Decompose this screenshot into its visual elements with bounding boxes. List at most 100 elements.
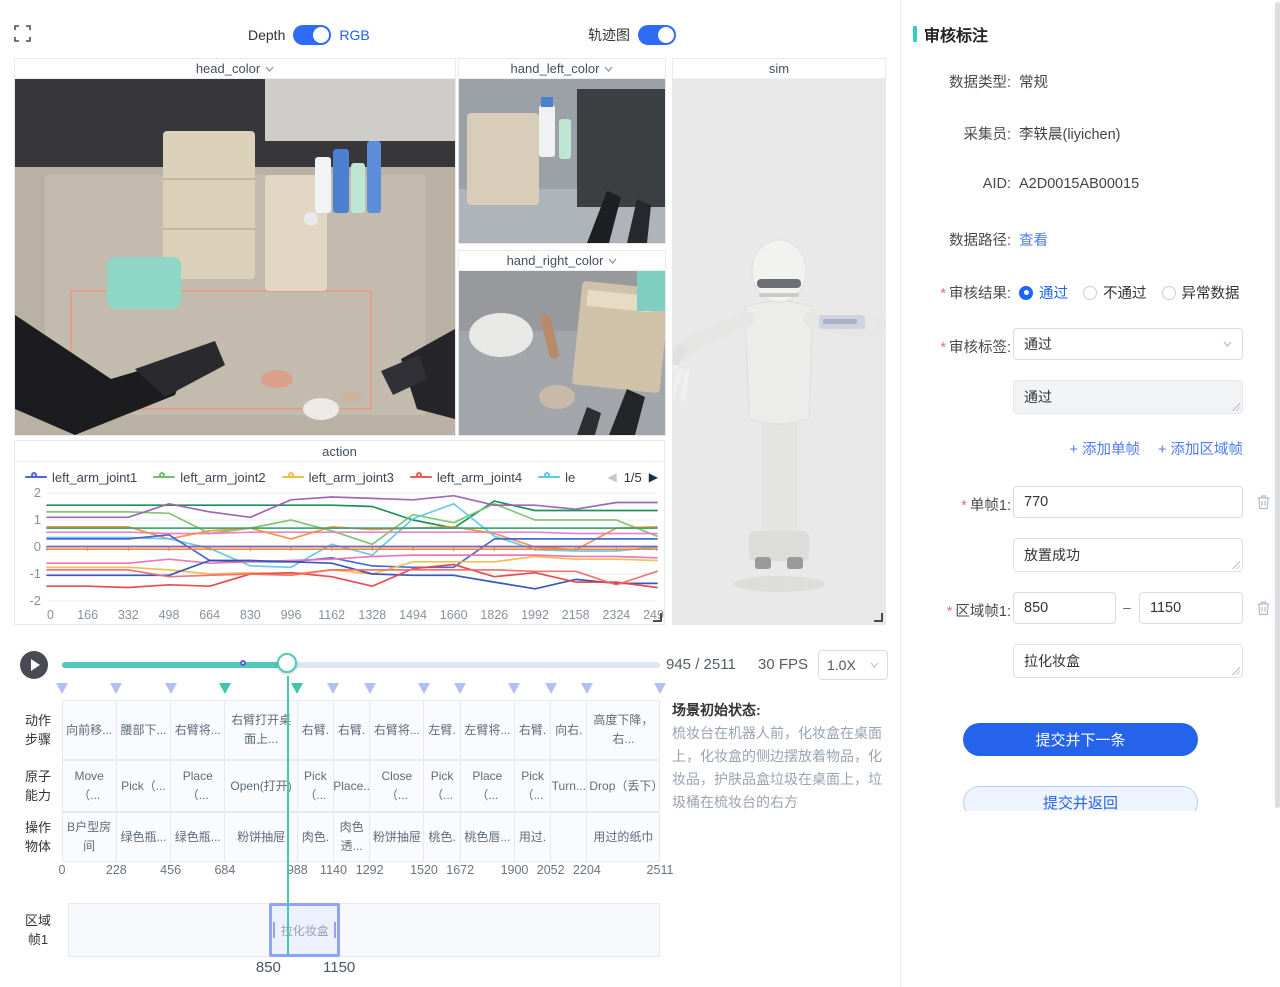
step-cell[interactable]: 用过. — [514, 812, 551, 862]
step-cell[interactable]: 用过的纸巾 — [586, 812, 660, 862]
data-path-row: 数据路径: 查看 — [901, 229, 1280, 250]
legend-next-icon[interactable]: ▶ — [649, 470, 658, 484]
submit-next-button[interactable]: 提交并下一条 — [963, 723, 1198, 756]
step-cell[interactable]: 腰部下... — [116, 700, 171, 760]
review-result-radio-option[interactable]: 异常数据 — [1162, 282, 1240, 303]
data-path-view-link[interactable]: 查看 — [1019, 229, 1048, 250]
delete-single-frame-icon[interactable] — [1256, 494, 1271, 510]
scale-tick-label: 1900 — [501, 863, 529, 877]
step-cell[interactable]: B户型房间 — [62, 812, 117, 862]
head-camera-header[interactable]: head_color — [15, 59, 455, 79]
segment-marker-icon[interactable] — [110, 683, 122, 694]
timeline-slider[interactable] — [62, 662, 660, 668]
slider-handle[interactable] — [277, 653, 297, 673]
step-cell[interactable]: 左臂将... — [460, 700, 515, 760]
delete-region-frame-icon[interactable] — [1256, 600, 1271, 616]
region-right-grip[interactable] — [334, 922, 336, 938]
legend-item[interactable]: left_arm_joint4 — [410, 470, 522, 485]
region-frame-block[interactable]: 拉化妆盒 — [269, 903, 340, 957]
step-cell[interactable]: Pick（... — [514, 760, 551, 812]
single-frame-note-textarea[interactable]: 放置成功 — [1013, 538, 1243, 572]
region-left-grip[interactable] — [273, 922, 275, 938]
legend-item[interactable]: le — [538, 470, 575, 485]
step-cell[interactable]: 高度下降，右... — [586, 700, 660, 760]
step-cell[interactable]: 左臂. — [423, 700, 460, 760]
step-cell[interactable]: Pick（... — [297, 760, 334, 812]
segment-marker-icon[interactable] — [56, 683, 68, 694]
segment-marker-icon[interactable] — [291, 683, 303, 694]
textarea-resize-grip[interactable] — [1232, 403, 1240, 411]
review-result-radio-selected[interactable]: 通过 — [1019, 282, 1068, 303]
single-frame-label: *单帧1: — [901, 494, 1011, 515]
play-button[interactable] — [20, 651, 48, 679]
segment-marker-icon[interactable] — [581, 683, 593, 694]
segment-marker-icon[interactable] — [508, 683, 520, 694]
step-cell[interactable]: 绿色瓶... — [170, 812, 225, 862]
fullscreen-icon[interactable] — [14, 25, 31, 42]
step-cell[interactable]: 绿色瓶... — [116, 812, 171, 862]
review-result-radio-option[interactable]: 不通过 — [1083, 282, 1147, 303]
step-cell[interactable]: 右臂将... — [170, 700, 225, 760]
step-cell[interactable]: 右臂. — [514, 700, 551, 760]
step-cell[interactable]: 肉色. — [297, 812, 334, 862]
legend-item[interactable]: left_arm_joint2 — [153, 470, 265, 485]
step-cell[interactable]: Turn... — [550, 760, 587, 812]
segment-marker-icon[interactable] — [219, 683, 231, 694]
step-cell[interactable]: 桃色. — [423, 812, 460, 862]
speed-select[interactable]: 1.0X — [818, 650, 888, 680]
legend-marker-icon — [410, 472, 432, 482]
textarea-resize-grip[interactable] — [1232, 667, 1240, 675]
region-end-input[interactable]: 1150 — [1139, 592, 1243, 624]
step-cell[interactable]: 粉饼抽屉 — [369, 812, 424, 862]
sim-viewport[interactable] — [673, 79, 885, 624]
step-cell[interactable]: 向右. — [550, 700, 587, 760]
review-tag-select[interactable]: 通过 — [1013, 328, 1243, 360]
segment-marker-icon[interactable] — [654, 683, 666, 694]
step-cell[interactable]: Pick（... — [116, 760, 171, 812]
segment-marker-icon[interactable] — [418, 683, 430, 694]
title-accent-bar — [913, 26, 917, 42]
hand-right-camera-header[interactable]: hand_right_color — [459, 251, 665, 271]
hand-left-camera-header[interactable]: hand_left_color — [459, 59, 665, 79]
segment-marker-icon[interactable] — [165, 683, 177, 694]
panel-scrollbar[interactable] — [1275, 2, 1280, 808]
add-region-frame-link[interactable]: + 添加区域帧 — [1158, 438, 1243, 459]
resize-handle-icon[interactable] — [874, 613, 883, 622]
review-tag-note-textarea[interactable]: 通过 — [1013, 380, 1243, 414]
trajectory-toggle[interactable] — [638, 25, 676, 45]
step-cell[interactable]: Place（... — [460, 760, 515, 812]
step-cell[interactable]: 桃色唇... — [460, 812, 515, 862]
legend-label: left_arm_joint1 — [52, 470, 137, 485]
step-cell[interactable]: Move（... — [62, 760, 117, 812]
single-frame-input[interactable]: 770 — [1013, 486, 1243, 518]
depth-rgb-toggle[interactable] — [293, 25, 331, 45]
step-cell[interactable]: Close（... — [369, 760, 424, 812]
textarea-resize-grip[interactable] — [1232, 561, 1240, 569]
legend-item[interactable]: left_arm_joint3 — [282, 470, 394, 485]
legend-prev-icon[interactable]: ◀ — [607, 470, 616, 484]
submit-back-button[interactable]: 提交并返回 — [963, 786, 1198, 811]
step-cell[interactable]: 右臂. — [297, 700, 334, 760]
sim-header[interactable]: sim — [673, 59, 885, 79]
step-cell[interactable]: 向前移... — [62, 700, 117, 760]
region-start-input[interactable]: 850 — [1013, 592, 1116, 624]
segment-marker-icon[interactable] — [327, 683, 339, 694]
speed-value: 1.0X — [827, 657, 856, 673]
add-single-frame-link[interactable]: + 添加单帧 — [1070, 438, 1141, 459]
step-cell[interactable] — [550, 812, 587, 862]
step-cell[interactable]: Place.. — [333, 760, 370, 812]
step-cell[interactable]: 右臂. — [333, 700, 370, 760]
depth-rgb-toggle-row: Depth RGB — [248, 24, 370, 46]
segment-marker-icon[interactable] — [364, 683, 376, 694]
step-cell[interactable]: Pick（... — [423, 760, 460, 812]
segment-marker-icon[interactable] — [545, 683, 557, 694]
step-cell[interactable]: Drop（丢下） — [586, 760, 660, 812]
region-note-textarea[interactable]: 拉化妆盒 — [1013, 644, 1243, 678]
step-cell[interactable]: 右臂将... — [369, 700, 424, 760]
step-cell[interactable]: 肉色透... — [333, 812, 370, 862]
step-cell[interactable]: Place（... — [170, 760, 225, 812]
segment-marker-icon[interactable] — [454, 683, 466, 694]
legend-item[interactable]: left_arm_joint1 — [25, 470, 137, 485]
region-frame-track[interactable]: 拉化妆盒 — [68, 903, 660, 957]
resize-handle-icon[interactable] — [653, 613, 662, 622]
